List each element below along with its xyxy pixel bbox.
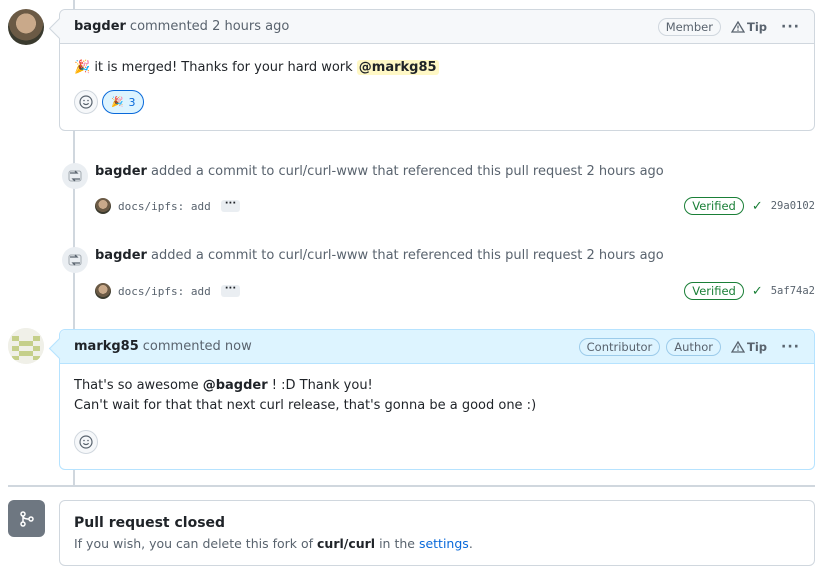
smiley-icon bbox=[79, 95, 93, 109]
event-actor[interactable]: bagder bbox=[95, 248, 147, 263]
event-text: bagder added a commit to curl/curl-www t… bbox=[95, 164, 664, 179]
comment-body: That's so awesome @bagder ! :D Thank you… bbox=[60, 364, 814, 416]
commit-row: docs/ipfs: add ··· Verified ✓ 29a0102 bbox=[95, 196, 815, 216]
avatar-markg85[interactable] bbox=[8, 328, 44, 364]
expand-commit-button[interactable]: ··· bbox=[220, 199, 241, 212]
cross-reference-icon bbox=[62, 247, 88, 273]
tip-button[interactable]: Tip bbox=[731, 20, 767, 34]
party-emoji: 🎉 bbox=[74, 60, 91, 75]
event-text: bagder added a commit to curl/curl-www t… bbox=[95, 248, 664, 263]
tada-reaction-count: 3 bbox=[128, 95, 136, 109]
smiley-icon bbox=[79, 435, 93, 449]
comment-timestamp[interactable]: commented 2 hours ago bbox=[130, 19, 289, 34]
closed-title: Pull request closed bbox=[74, 515, 226, 531]
comment-line-1: That's so awesome @bagder ! :D Thank you… bbox=[74, 376, 800, 396]
expand-commit-button[interactable]: ··· bbox=[220, 284, 241, 297]
reactions-bar bbox=[60, 416, 814, 468]
tip-label: Tip bbox=[747, 339, 768, 354]
closed-text: . bbox=[468, 536, 473, 551]
kebab-menu-icon[interactable]: ··· bbox=[781, 339, 800, 355]
commit-author-avatar[interactable] bbox=[95, 198, 111, 214]
fork-repo-name: curl/curl bbox=[317, 536, 376, 551]
add-reaction-button[interactable] bbox=[74, 90, 98, 114]
timeline-divider bbox=[8, 485, 815, 487]
comment-header: bagder commented 2 hours ago Member Tip … bbox=[60, 10, 814, 44]
comment-author[interactable]: bagder bbox=[74, 19, 126, 34]
comment-bagder: bagder commented 2 hours ago Member Tip … bbox=[59, 9, 815, 131]
mention-markg85[interactable]: @markg85 bbox=[356, 60, 439, 75]
kebab-menu-icon[interactable]: ··· bbox=[781, 19, 800, 35]
avatar-bagder[interactable] bbox=[8, 9, 44, 45]
comment-markg85: markg85 commented now Contributor Author… bbox=[59, 329, 815, 470]
commit-row: docs/ipfs: add ··· Verified ✓ 5af74a2 bbox=[95, 281, 815, 301]
comment-timestamp[interactable]: commented now bbox=[143, 339, 252, 354]
warning-icon bbox=[731, 20, 745, 33]
check-icon: ✓ bbox=[751, 283, 763, 299]
commit-reference-event: bagder added a commit to curl/curl-www t… bbox=[59, 160, 815, 220]
mention-bagder[interactable]: @bagder bbox=[203, 378, 268, 393]
check-icon: ✓ bbox=[751, 198, 763, 214]
commit-sha[interactable]: 5af74a2 bbox=[771, 285, 815, 297]
cross-reference-icon bbox=[62, 163, 88, 189]
verified-badge[interactable]: Verified bbox=[684, 282, 744, 300]
settings-link[interactable]: settings bbox=[419, 536, 469, 551]
event-description: added a commit to curl/curl-www that ref… bbox=[146, 248, 664, 263]
tada-reaction-emoji: 🎉 bbox=[111, 96, 124, 108]
closed-text: If you wish, you can delete this fork of bbox=[74, 536, 318, 551]
verified-badge[interactable]: Verified bbox=[684, 197, 744, 215]
event-actor[interactable]: bagder bbox=[95, 164, 147, 179]
comment-line-2: Can't wait for that that next curl relea… bbox=[74, 398, 537, 413]
tada-reaction-button[interactable]: 🎉 3 bbox=[102, 90, 145, 114]
commit-reference-event: bagder added a commit to curl/curl-www t… bbox=[59, 244, 815, 304]
commit-message[interactable]: docs/ipfs: add bbox=[118, 200, 211, 213]
comment-author[interactable]: markg85 bbox=[74, 339, 139, 354]
author-badge: Author bbox=[666, 337, 721, 356]
comment-text: it is merged! Thanks for your hard work bbox=[90, 60, 357, 75]
git-branch-icon bbox=[8, 500, 45, 537]
tip-button[interactable]: Tip bbox=[731, 340, 767, 354]
comment-text: ! :D Thank you! bbox=[267, 378, 373, 393]
warning-icon bbox=[731, 340, 745, 353]
reactions-bar: 🎉 3 bbox=[60, 78, 814, 128]
closed-description: If you wish, you can delete this fork of… bbox=[74, 536, 800, 551]
commit-author-avatar[interactable] bbox=[95, 283, 111, 299]
comment-text: That's so awesome bbox=[74, 378, 203, 393]
comment-header: markg85 commented now Contributor Author… bbox=[60, 330, 814, 364]
comment-body: 🎉 it is merged! Thanks for your hard wor… bbox=[60, 44, 814, 78]
tip-label: Tip bbox=[747, 19, 768, 34]
pull-request-closed-box: Pull request closed If you wish, you can… bbox=[59, 500, 815, 566]
commit-sha[interactable]: 29a0102 bbox=[771, 200, 815, 212]
identicon-icon bbox=[8, 328, 44, 364]
event-description: added a commit to curl/curl-www that ref… bbox=[146, 164, 664, 179]
member-badge: Member bbox=[657, 17, 721, 36]
closed-text: in the bbox=[375, 536, 419, 551]
commit-message[interactable]: docs/ipfs: add bbox=[118, 285, 211, 298]
add-reaction-button[interactable] bbox=[74, 430, 98, 454]
contributor-badge: Contributor bbox=[578, 337, 661, 356]
